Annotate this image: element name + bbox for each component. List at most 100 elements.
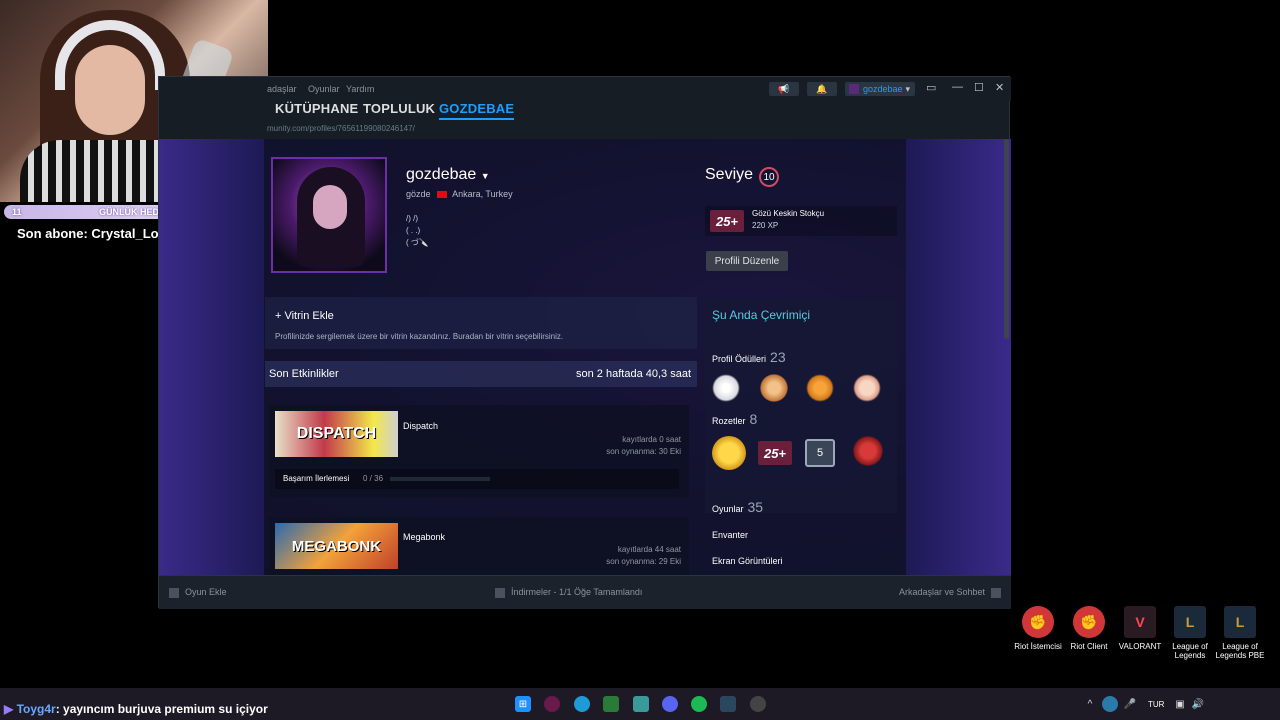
url-bar: munity.com/profiles/76561199080246147/ bbox=[267, 124, 415, 133]
achievement-label: Başarım İlerlemesi bbox=[283, 474, 350, 483]
inventory-link[interactable]: Envanter bbox=[712, 530, 748, 540]
achievement-count: 0 / 36 bbox=[363, 474, 384, 483]
profile-username: gozdebae bbox=[406, 166, 477, 183]
plus-icon bbox=[169, 587, 179, 598]
profile-summary-line: /) /) bbox=[406, 214, 418, 223]
featured-badge-xp: 220 XP bbox=[752, 221, 779, 230]
steam-statusbar: Oyun Ekle İndirmeler - 1/1 Öğe Tamamland… bbox=[159, 575, 1011, 609]
terminal-icon[interactable] bbox=[603, 696, 619, 712]
league-icon: L bbox=[1174, 606, 1206, 638]
achievement-progress-bar bbox=[390, 477, 490, 481]
edge-browser-icon[interactable] bbox=[574, 696, 590, 712]
windows-start-icon[interactable]: ⊞ bbox=[515, 696, 531, 712]
desktop-riot-istemcisi[interactable]: ✊ Riot İstemcisi bbox=[1010, 606, 1066, 651]
scrollbar[interactable] bbox=[1004, 139, 1009, 339]
megabonk-cover-image[interactable]: MEGABONK bbox=[275, 523, 398, 569]
bell-icon: 🔔 bbox=[816, 83, 828, 94]
achievement-row[interactable]: Başarım İlerlemesi 0 / 36 bbox=[275, 469, 679, 489]
dispatch-cover-image[interactable]: DISPATCH bbox=[275, 411, 398, 457]
profile-username-menu[interactable]: gozdebae ▼ bbox=[406, 166, 490, 184]
language-indicator[interactable]: TUR bbox=[1148, 700, 1164, 709]
showcase-section[interactable]: + Vitrin Ekle Profilinizde sergilemek üz… bbox=[265, 297, 697, 349]
desktop-riot-client[interactable]: ✊ Riot Client bbox=[1061, 606, 1117, 651]
award-hand-icon[interactable] bbox=[806, 374, 834, 402]
game-card-megabonk[interactable]: MEGABONK Megabonk kayıtlarda 44 saat son… bbox=[269, 517, 689, 575]
game-name[interactable]: Dispatch bbox=[403, 421, 438, 431]
nav-profile[interactable]: GOZDEBAE bbox=[439, 101, 515, 120]
volume-icon[interactable]: 🔊 bbox=[1190, 696, 1206, 712]
play-arrow-icon: ▶ bbox=[4, 702, 14, 716]
featured-badge[interactable]: 25+ Gözü Keskin Stokçu 220 XP bbox=[705, 206, 897, 236]
game-card-dispatch[interactable]: DISPATCH Dispatch kayıtlarda 0 saat son … bbox=[269, 405, 689, 497]
badge-five-icon[interactable]: 5 bbox=[805, 439, 835, 467]
games-link[interactable]: Oyunlar 35 bbox=[712, 499, 763, 515]
edit-profile-button[interactable]: Profili Düzenle bbox=[706, 251, 788, 271]
game-name[interactable]: Megabonk bbox=[403, 532, 445, 542]
app-circle-icon[interactable] bbox=[544, 696, 560, 712]
download-icon bbox=[495, 587, 505, 598]
megaphone-icon: 📢 bbox=[778, 83, 790, 94]
recent-activity-hours: son 2 haftada 40,3 saat bbox=[576, 368, 691, 380]
level-label: Seviye bbox=[705, 166, 754, 183]
desktop-league-of-legends[interactable]: L League of Legends bbox=[1162, 606, 1218, 660]
add-game-button[interactable]: Oyun Ekle bbox=[169, 587, 227, 598]
turkey-flag-icon bbox=[437, 191, 448, 199]
close-icon[interactable]: ✕ bbox=[995, 81, 1004, 94]
games-label: Oyunlar bbox=[712, 504, 744, 514]
steam-taskbar-icon[interactable] bbox=[720, 696, 736, 712]
discord-icon[interactable] bbox=[662, 696, 678, 712]
profile-awards-count: 23 bbox=[770, 349, 786, 365]
award-cat-icon[interactable] bbox=[760, 374, 788, 402]
account-menu-button[interactable]: gozdebae ▾ bbox=[845, 82, 915, 96]
network-icon[interactable]: ▣ bbox=[1172, 696, 1188, 712]
chevron-down-icon: ▾ bbox=[905, 83, 911, 94]
announcements-button[interactable]: 📢 bbox=[769, 82, 799, 96]
chevron-up-icon[interactable]: ^ bbox=[1082, 696, 1098, 712]
profile-sidebar: Şu Anda Çevrimiçi Profil Ödülleri 23 Roze… bbox=[705, 299, 897, 515]
nav-community[interactable]: TOPLULUK bbox=[363, 101, 435, 116]
nav-library[interactable]: KÜTÜPHANE bbox=[275, 101, 358, 116]
badges-link[interactable]: Rozetler 8 bbox=[712, 411, 757, 427]
profile-summary-line: ( づ🔪 bbox=[406, 238, 429, 247]
desktop-icon-label: Riot Client bbox=[1070, 642, 1108, 651]
badges-label: Rozetler bbox=[712, 416, 746, 426]
chat-text: : yayıncım burjuva premium su içiyor bbox=[55, 702, 268, 716]
obs-icon[interactable] bbox=[750, 696, 766, 712]
big-picture-icon[interactable]: ▭ bbox=[926, 81, 936, 94]
profile-background-left bbox=[159, 139, 264, 575]
vpn-icon[interactable] bbox=[633, 696, 649, 712]
microphone-icon[interactable]: 🎤 bbox=[1122, 696, 1138, 712]
friends-icon bbox=[991, 587, 1001, 598]
badge-seal-icon[interactable] bbox=[853, 436, 883, 466]
games-count: 35 bbox=[747, 499, 764, 515]
add-showcase-title: + Vitrin Ekle bbox=[275, 310, 334, 322]
profile-awards-link[interactable]: Profil Ödülleri 23 bbox=[712, 349, 786, 365]
profile-real-name: gözde bbox=[406, 189, 431, 199]
minimize-icon[interactable]: — bbox=[952, 81, 963, 93]
desktop-valorant[interactable]: V VALORANT bbox=[1112, 606, 1168, 651]
featured-badge-name: Gözü Keskin Stokçu bbox=[752, 209, 825, 218]
menu-help[interactable]: Yardım bbox=[346, 84, 374, 94]
screenshots-link[interactable]: Ekran Görüntüleri bbox=[712, 556, 783, 566]
menu-friends[interactable]: adaşlar bbox=[267, 84, 297, 94]
notifications-button[interactable]: 🔔 bbox=[807, 82, 837, 96]
add-game-label: Oyun Ekle bbox=[185, 587, 227, 597]
badge-gold-coin-icon[interactable] bbox=[712, 436, 746, 470]
badge-25-icon: 25+ bbox=[710, 210, 744, 232]
desktop-icon-label: Riot İstemcisi bbox=[1014, 642, 1062, 651]
badge-25-icon[interactable]: 25+ bbox=[758, 441, 792, 465]
menu-games[interactable]: Oyunlar bbox=[308, 84, 340, 94]
desktop-league-pbe[interactable]: L League of Legends PBE bbox=[1212, 606, 1268, 660]
chat-username: Toyg4r bbox=[16, 702, 56, 716]
desktop-icon-label: League of Legends bbox=[1172, 642, 1208, 660]
award-brain-icon[interactable] bbox=[853, 374, 881, 402]
game-recorded-hours: kayıtlarda 44 saat bbox=[617, 545, 681, 554]
security-icon[interactable] bbox=[1102, 696, 1118, 712]
award-wings-icon[interactable] bbox=[712, 374, 740, 402]
account-name: gozdebae bbox=[863, 84, 903, 94]
steam-navbar: KÜTÜPHANE TOPLULUK GOZDEBAE munity.com/p… bbox=[159, 99, 1011, 139]
spotify-icon[interactable] bbox=[691, 696, 707, 712]
friends-chat-button[interactable]: Arkadaşlar ve Sohbet bbox=[899, 587, 1001, 598]
downloads-button[interactable]: İndirmeler - 1/1 Öğe Tamamlandı bbox=[495, 587, 642, 598]
maximize-icon[interactable]: ☐ bbox=[974, 81, 984, 94]
